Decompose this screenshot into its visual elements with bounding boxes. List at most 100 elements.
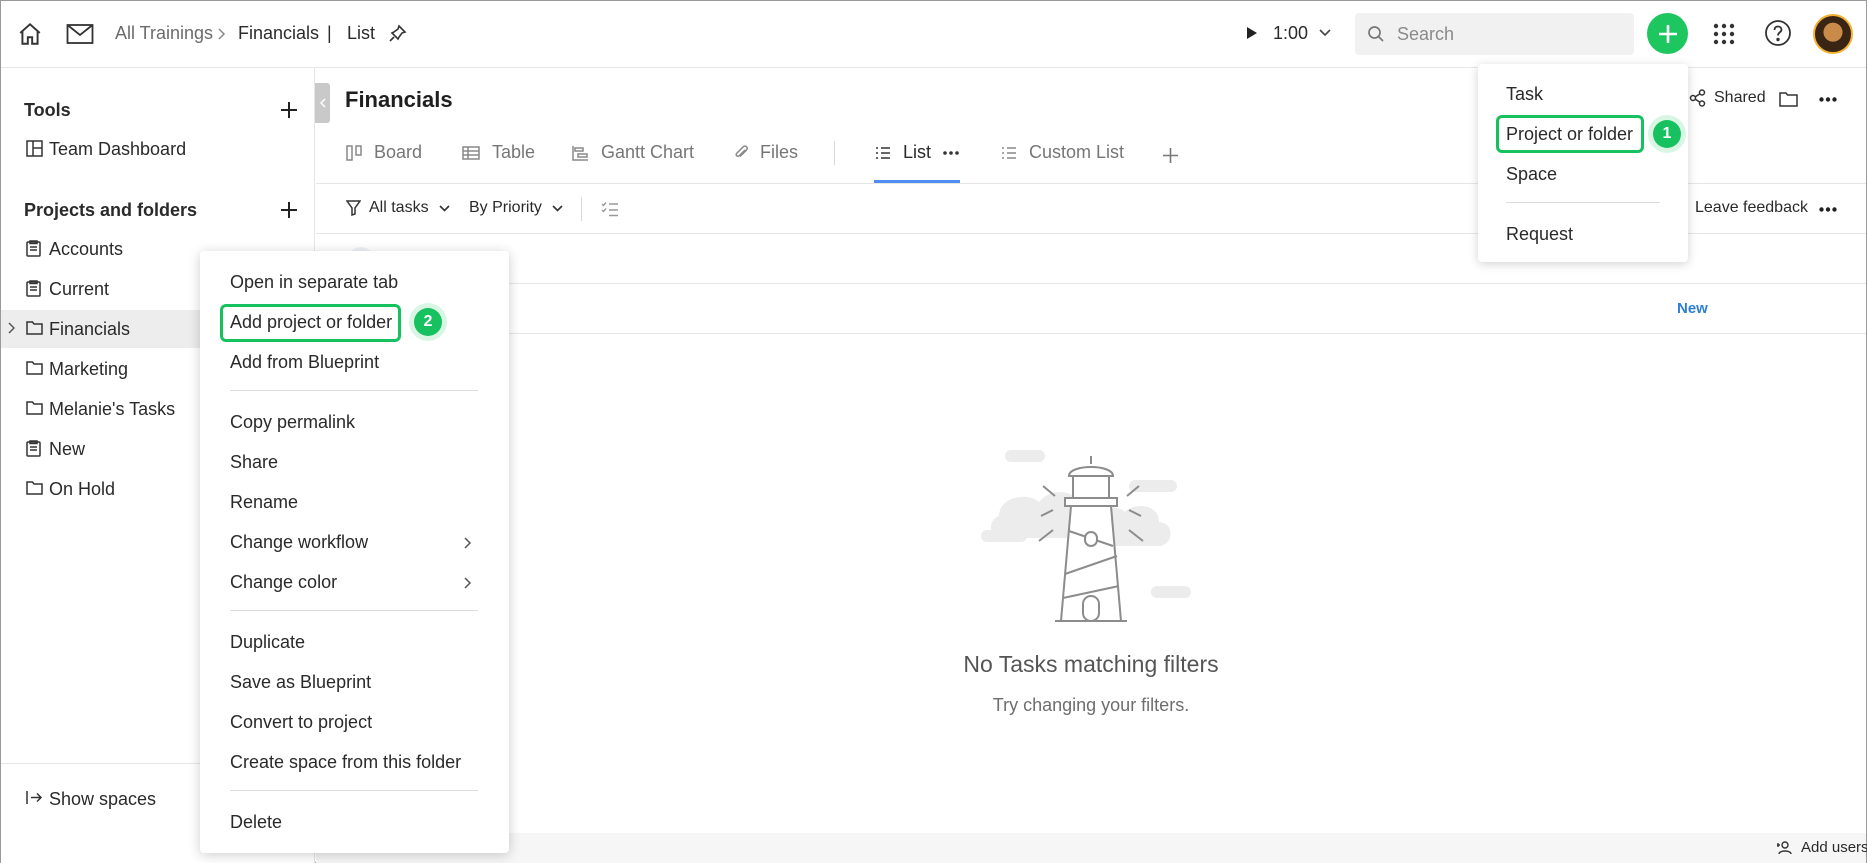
paperclip-icon: [734, 144, 748, 162]
avatar[interactable]: [1813, 14, 1853, 54]
menu-divider: [1506, 202, 1660, 203]
breadcrumb-separator: |: [327, 23, 332, 43]
tab-label: Board: [374, 142, 423, 162]
filter-divider: [581, 197, 582, 221]
tab-more-icon[interactable]: [943, 150, 959, 155]
tools-heading: Tools: [24, 100, 71, 120]
sidebar-item-label: Financials: [49, 319, 131, 339]
dashboard-icon: [26, 140, 43, 157]
list-icon: [875, 146, 891, 160]
mail-icon[interactable]: [65, 19, 95, 49]
add-users-button[interactable]: Add users: [1777, 839, 1867, 856]
add-users-label: Add users: [1801, 839, 1867, 856]
tab-custom-list[interactable]: Custom List: [1001, 142, 1124, 163]
empty-state-subtitle: Try changing your filters.: [992, 695, 1190, 715]
timer-chevron-down-icon[interactable]: [1318, 27, 1332, 39]
submenu-chevron-right-icon: [463, 537, 471, 549]
tab-divider: [834, 141, 835, 165]
menu-item-delete[interactable]: Delete: [230, 812, 282, 833]
row-border: [316, 283, 1866, 284]
menu-item-space[interactable]: Space: [1506, 164, 1557, 185]
callout-highlight-2: [220, 304, 401, 342]
sidebar-item-label: Accounts: [49, 239, 124, 259]
more-options-icon[interactable]: [1817, 93, 1839, 105]
row-border: [316, 333, 1866, 334]
project-icon: [26, 280, 41, 297]
breadcrumb-financials[interactable]: Financials: [238, 23, 319, 44]
menu-item-duplicate[interactable]: Duplicate: [230, 632, 305, 653]
menu-item-open-separate-tab[interactable]: Open in separate tab: [230, 272, 398, 293]
search-input[interactable]: [1397, 23, 1617, 45]
create-dropdown-menu: Task Project or folder Space Request: [1478, 64, 1688, 262]
tab-list[interactable]: List: [875, 142, 959, 163]
menu-item-save-as-blueprint[interactable]: Save as Blueprint: [230, 672, 371, 693]
add-tool-plus-icon[interactable]: [278, 99, 300, 121]
search-icon: [1367, 25, 1385, 43]
sidebar-item-label: On Hold: [49, 479, 116, 499]
filter-more-icon[interactable]: [1817, 203, 1839, 215]
callout-badge-1: 1: [1648, 115, 1686, 153]
lighthouse-illustration-icon: [981, 446, 1201, 626]
sidebar-item-label: New: [49, 439, 86, 459]
menu-divider: [230, 790, 478, 791]
leave-feedback-link[interactable]: Leave feedback: [1695, 199, 1808, 217]
folder-icon[interactable]: [1777, 89, 1799, 109]
help-icon[interactable]: [1763, 18, 1793, 48]
all-tasks-filter[interactable]: All tasks: [346, 199, 450, 217]
menu-item-task[interactable]: Task: [1506, 84, 1543, 105]
tab-label: Gantt Chart: [601, 142, 695, 162]
menu-item-create-space[interactable]: Create space from this folder: [230, 752, 461, 773]
menu-item-share[interactable]: Share: [230, 452, 278, 473]
tab-table[interactable]: Table: [462, 142, 535, 163]
sidebar-item-label: Melanie's Tasks: [49, 399, 176, 419]
collapse-sidebar-handle[interactable]: [315, 83, 330, 123]
shared-label: Shared: [1714, 89, 1766, 106]
search-box[interactable]: [1355, 13, 1634, 55]
menu-item-change-color[interactable]: Change color: [230, 572, 337, 593]
breadcrumb-chevron-icon: [216, 27, 226, 41]
show-spaces-label: Show spaces: [49, 789, 157, 809]
breadcrumb-all-trainings[interactable]: All Trainings: [115, 23, 213, 44]
menu-item-add-from-blueprint[interactable]: Add from Blueprint: [230, 352, 379, 373]
menu-item-copy-permalink[interactable]: Copy permalink: [230, 412, 355, 433]
shared-button[interactable]: Shared: [1689, 89, 1766, 107]
sidebar-item-team-dashboard[interactable]: Team Dashboard: [1, 130, 315, 168]
add-user-icon: [1777, 840, 1795, 855]
sidebar-item-label: Team Dashboard: [49, 139, 187, 159]
by-priority-filter[interactable]: By Priority: [469, 199, 563, 217]
gantt-icon: [572, 145, 589, 161]
bottom-bar: [316, 833, 1866, 863]
all-tasks-label: All tasks: [369, 199, 429, 216]
home-icon[interactable]: [15, 19, 45, 49]
pin-icon[interactable]: [387, 22, 409, 44]
project-icon: [26, 440, 41, 457]
menu-item-change-workflow[interactable]: Change workflow: [230, 532, 368, 553]
breadcrumb-list: List: [347, 23, 376, 43]
folder-icon: [26, 360, 43, 375]
sidebar-item-label: Current: [49, 279, 110, 299]
menu-divider: [230, 390, 478, 391]
tab-gantt-chart[interactable]: Gantt Chart: [572, 142, 694, 163]
expand-arrow-icon: [26, 790, 43, 805]
group-new-link[interactable]: New: [1677, 300, 1708, 317]
chevron-down-icon: [439, 204, 450, 212]
menu-item-request[interactable]: Request: [1506, 224, 1573, 245]
add-project-plus-icon[interactable]: [278, 199, 300, 221]
projects-heading: Projects and folders: [24, 200, 198, 220]
expand-chevron-icon[interactable]: [7, 322, 15, 334]
by-priority-label: By Priority: [469, 199, 542, 216]
apps-grid-icon[interactable]: [1710, 20, 1738, 48]
filter-icon: [346, 200, 361, 216]
tab-board[interactable]: Board: [346, 142, 422, 163]
checklist-icon[interactable]: [600, 200, 620, 218]
empty-state-title: No Tasks matching filters: [963, 651, 1219, 677]
folder-icon: [26, 320, 43, 335]
tab-files[interactable]: Files: [734, 142, 798, 163]
play-icon[interactable]: [1245, 25, 1259, 41]
timer-value[interactable]: 1:00: [1273, 23, 1308, 44]
submenu-chevron-right-icon: [463, 577, 471, 589]
menu-item-convert-to-project[interactable]: Convert to project: [230, 712, 372, 733]
add-view-plus-icon[interactable]: [1159, 144, 1181, 166]
create-plus-button[interactable]: [1647, 13, 1688, 54]
menu-item-rename[interactable]: Rename: [230, 492, 298, 513]
